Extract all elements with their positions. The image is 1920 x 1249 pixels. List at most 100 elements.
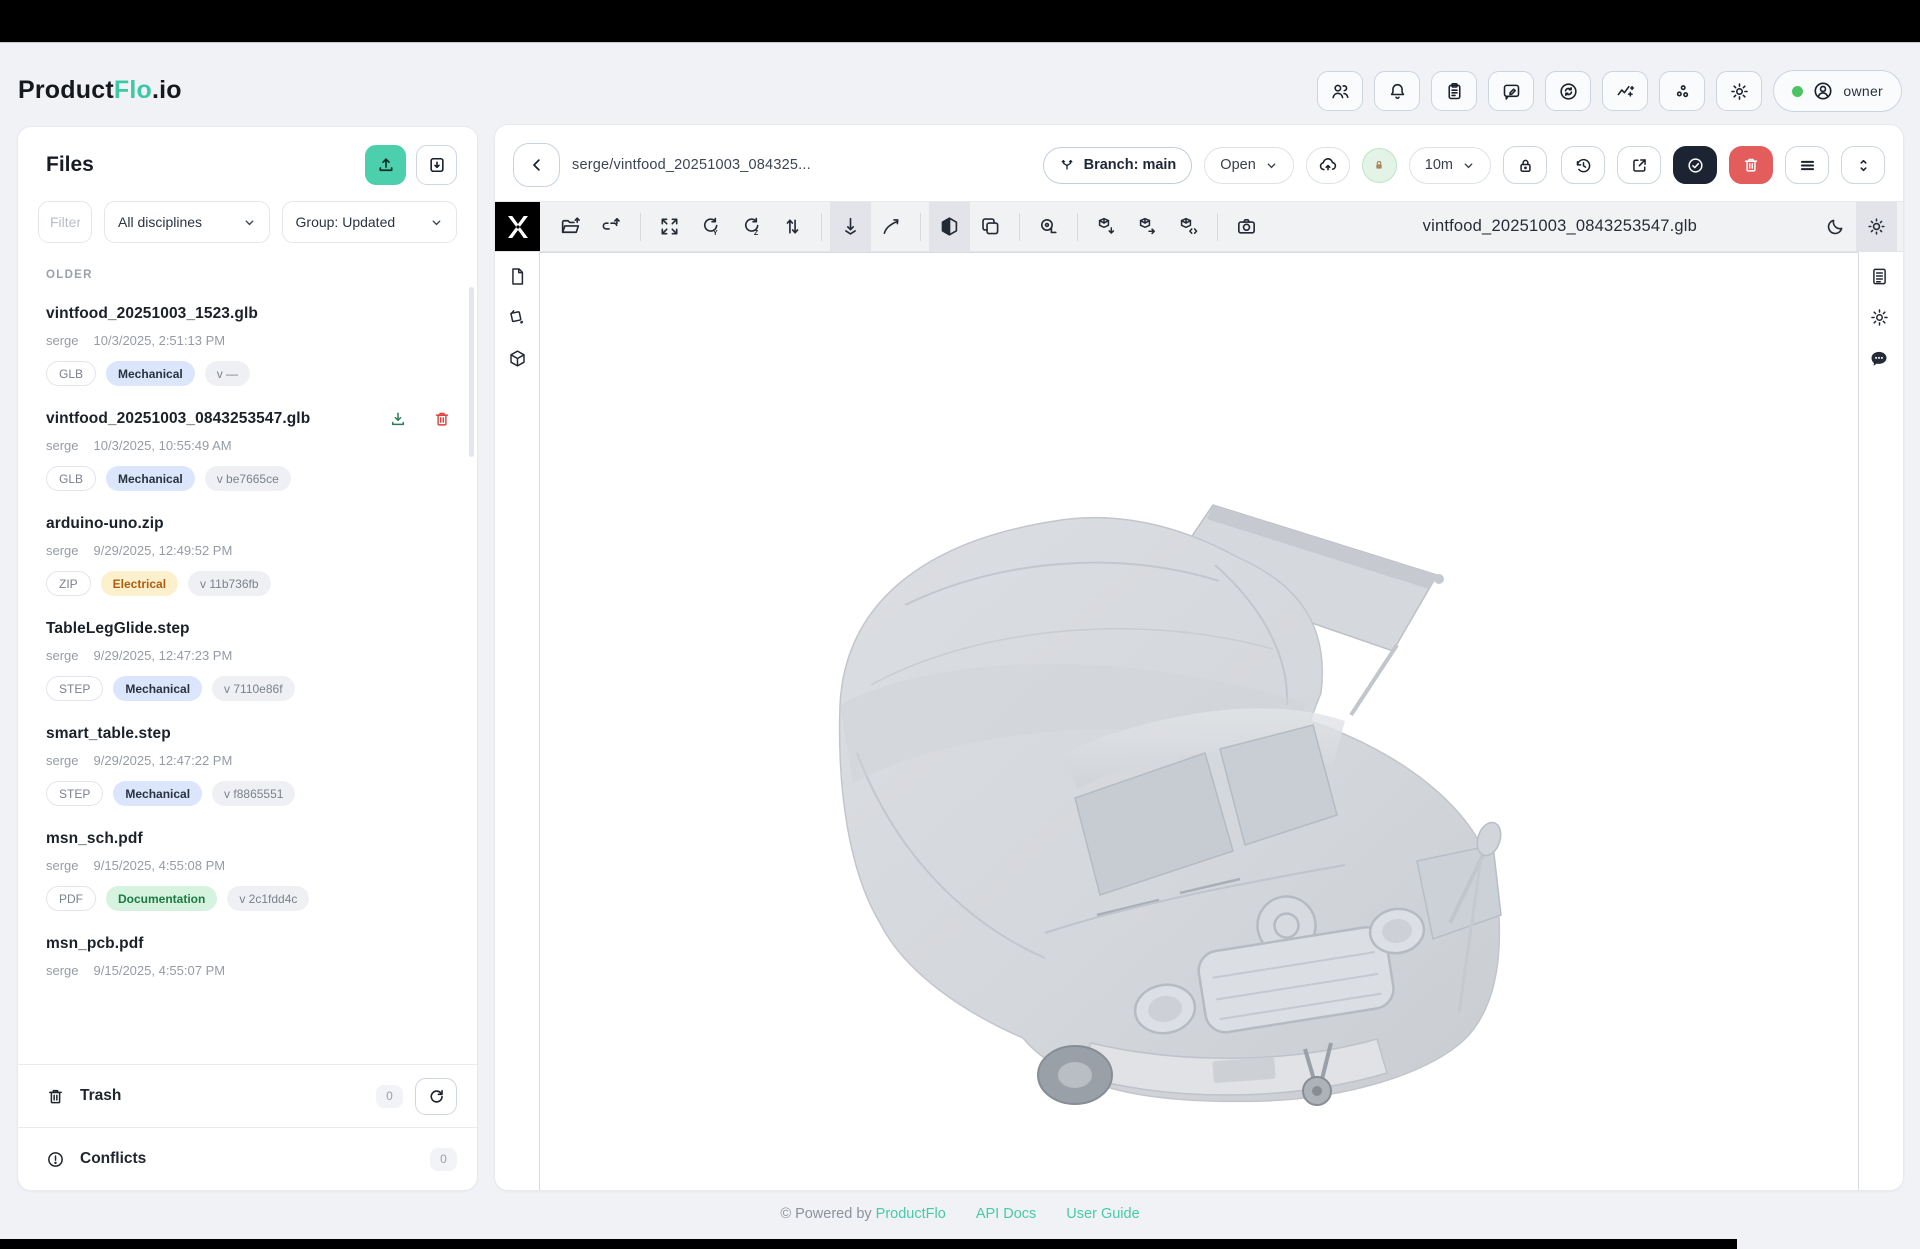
version-tag: v — — [205, 361, 250, 386]
disciplines-select[interactable]: All disciplines — [104, 201, 270, 243]
file-meta: serge10/3/2025, 2:51:13 PM — [46, 333, 457, 348]
flip-vertical-tool[interactable] — [772, 202, 813, 251]
delete-file-button[interactable] — [1729, 146, 1773, 184]
conflicts-label: Conflicts — [80, 1150, 146, 1168]
activity-button[interactable] — [1602, 71, 1648, 111]
file-date: 9/29/2025, 12:49:52 PM — [94, 543, 233, 558]
open-select[interactable]: Open — [1204, 147, 1293, 184]
branch-button[interactable]: Branch: main — [1043, 147, 1193, 184]
expand-collapse-button[interactable] — [1841, 146, 1885, 184]
xeokit-logo[interactable] — [495, 202, 540, 251]
file-item[interactable]: smart_table.stepserge9/29/2025, 12:47:22… — [46, 701, 457, 806]
fit-view-tool[interactable] — [649, 202, 690, 251]
file-date: 10/3/2025, 2:51:13 PM — [94, 333, 226, 348]
viewer-canvas[interactable] — [539, 252, 1859, 1191]
move-axis-tool[interactable] — [830, 202, 871, 251]
model-tree-button[interactable] — [507, 348, 528, 369]
user-guide-link[interactable]: User Guide — [1066, 1206, 1139, 1222]
lock-button[interactable] — [1503, 146, 1547, 184]
nodes-button[interactable] — [1659, 71, 1705, 111]
file-item[interactable]: vintfood_20251003_1523.glbserge10/3/2025… — [46, 281, 457, 386]
screenshot-tool[interactable] — [1226, 202, 1267, 251]
dark-mode-button[interactable] — [1815, 202, 1856, 251]
open-file-tool[interactable] — [550, 202, 591, 251]
api-docs-link[interactable]: API Docs — [976, 1206, 1036, 1222]
file-tags: STEPMechanicalv f8865551 — [46, 781, 457, 806]
version-tag: v 2c1fdd4c — [227, 886, 309, 911]
link-tool[interactable] — [591, 202, 632, 251]
user-avatar-icon — [1812, 80, 1834, 102]
trash-section[interactable]: Trash 0 — [18, 1064, 477, 1127]
version-tag: v 7110e86f — [212, 676, 295, 701]
archive-button[interactable] — [416, 145, 457, 185]
left-tool-rail — [495, 266, 539, 369]
refresh-trash-button[interactable] — [415, 1078, 457, 1115]
sync-button[interactable] — [1545, 71, 1591, 111]
file-author: serge — [46, 858, 79, 873]
viewer-settings-button[interactable] — [1869, 307, 1890, 328]
rotate-y-tool[interactable]: Y — [690, 202, 731, 251]
light-mode-button[interactable] — [1856, 202, 1897, 251]
approve-button[interactable] — [1673, 146, 1717, 184]
toolbar-divider — [1019, 213, 1020, 241]
export-right-tool[interactable] — [1127, 202, 1168, 251]
rotate-y-icon: Y — [699, 215, 722, 238]
file-name: TableLegGlide.step — [46, 620, 190, 638]
list-document-icon — [1869, 266, 1890, 287]
session-avatar[interactable] — [1362, 148, 1397, 183]
notifications-button[interactable] — [1374, 71, 1420, 111]
file-item[interactable]: msn_sch.pdfserge9/15/2025, 4:55:08 PMPDF… — [46, 806, 457, 911]
file-item[interactable]: vintfood_20251003_0843253547.glbserge10/… — [46, 386, 457, 491]
filter-input[interactable] — [38, 201, 92, 243]
cloud-sync-button[interactable] — [1306, 147, 1350, 184]
back-button[interactable] — [513, 143, 560, 187]
file-panel-button[interactable] — [507, 266, 528, 287]
nodes-icon — [1672, 81, 1693, 102]
files-filter-row: All disciplines Group: Updated — [18, 185, 477, 243]
copy-tool[interactable] — [970, 202, 1011, 251]
conflicts-section[interactable]: Conflicts 0 — [18, 1127, 477, 1190]
section-tool[interactable] — [929, 202, 970, 251]
open-external-button[interactable] — [1617, 146, 1661, 184]
upload-file-button[interactable] — [365, 145, 406, 185]
file-list: vintfood_20251003_1523.glbserge10/3/2025… — [18, 281, 477, 1064]
draw-curve-tool[interactable] — [871, 202, 912, 251]
viewer-toolbar: Y Z — [495, 201, 1903, 252]
account-menu[interactable]: owner — [1773, 70, 1902, 112]
file-name: arduino-uno.zip — [46, 515, 164, 533]
menu-button[interactable] — [1785, 146, 1829, 184]
export-code-tool[interactable] — [1168, 202, 1209, 251]
file-author: serge — [46, 438, 79, 453]
file-item[interactable]: TableLegGlide.stepserge9/29/2025, 12:47:… — [46, 596, 457, 701]
interval-select[interactable]: 10m — [1409, 147, 1491, 184]
files-header: Files — [18, 127, 477, 185]
file-meta: serge9/29/2025, 12:49:52 PM — [46, 543, 457, 558]
clipboard-button[interactable] — [1431, 71, 1477, 111]
external-link-icon — [1630, 156, 1649, 175]
topbar-actions: owner — [1317, 70, 1902, 112]
moon-icon — [1825, 216, 1846, 237]
scrollbar-thumb[interactable] — [469, 287, 474, 457]
file-item[interactable]: msn_pcb.pdfserge9/15/2025, 4:55:07 PM — [46, 911, 457, 978]
feedback-button[interactable] — [1488, 71, 1534, 111]
file-item[interactable]: arduino-uno.zip serge9/29/2025, 12:49:52 … — [46, 491, 457, 596]
group-select[interactable]: Group: Updated — [282, 201, 457, 243]
export-down-tool[interactable] — [1086, 202, 1127, 251]
measure-tool[interactable] — [1028, 202, 1069, 251]
toolbar-divider — [920, 213, 921, 241]
rotate-z-tool[interactable]: Z — [731, 202, 772, 251]
right-tool-rail — [1857, 266, 1901, 370]
comments-button[interactable] — [1868, 348, 1890, 370]
delete-file-button[interactable] — [433, 410, 451, 428]
download-file-button[interactable] — [389, 410, 407, 428]
properties-panel-button[interactable] — [1869, 266, 1890, 287]
files-panel: Files All disciplines Group: Updated OLD… — [17, 126, 478, 1191]
gear-icon — [1869, 307, 1890, 328]
online-status-dot — [1792, 86, 1803, 97]
team-button[interactable] — [1317, 71, 1363, 111]
history-button[interactable] — [1561, 146, 1605, 184]
folder-open-icon — [559, 215, 582, 238]
settings-button[interactable] — [1716, 71, 1762, 111]
materials-panel-button[interactable] — [507, 307, 528, 328]
chevron-down-icon — [430, 216, 443, 229]
